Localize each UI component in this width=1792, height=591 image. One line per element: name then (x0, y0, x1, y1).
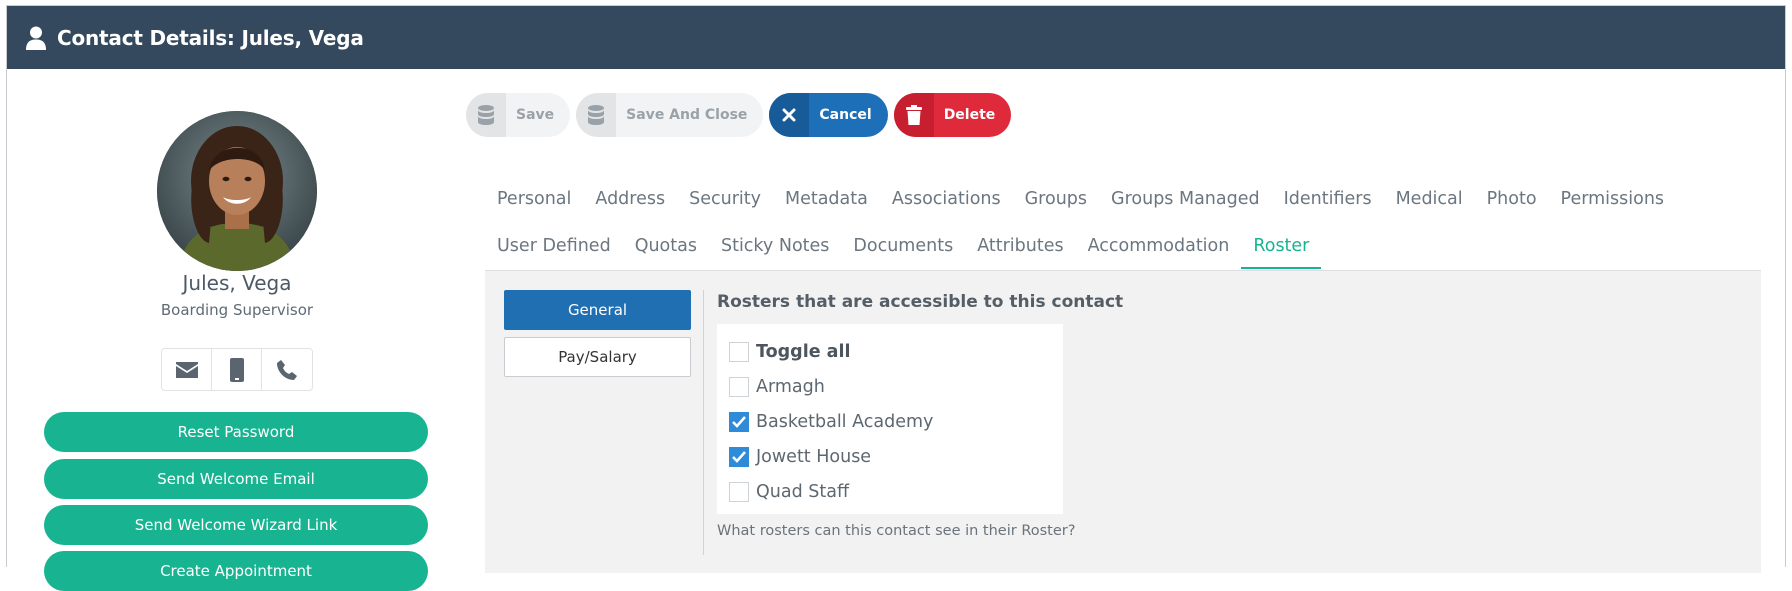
checkbox-checked[interactable] (729, 411, 749, 432)
avatar (157, 111, 317, 271)
tab-accommodation[interactable]: Accommodation (1076, 223, 1242, 269)
profile-panel: Jules, Vega Boarding Supervisor Reset Pa… (7, 69, 467, 591)
mobile-icon (229, 357, 244, 382)
roster-item-basketball-academy[interactable]: Basketball Academy (729, 404, 1063, 439)
checkmark-icon (732, 450, 746, 463)
tab-row-2: User Defined Quotas Sticky Notes Documen… (485, 223, 1322, 269)
save-and-close-button[interactable]: Save And Close (576, 93, 764, 137)
database-icon (576, 93, 617, 137)
tab-groups[interactable]: Groups (1013, 176, 1099, 222)
roster-help-text: What rosters can this contact see in the… (717, 523, 1076, 539)
tab-permissions[interactable]: Permissions (1549, 176, 1677, 222)
envelope-icon (175, 361, 198, 378)
send-welcome-wizard-link-button[interactable]: Send Welcome Wizard Link (44, 505, 428, 545)
tab-address[interactable]: Address (583, 176, 677, 222)
reset-password-button[interactable]: Reset Password (44, 412, 428, 452)
title-bar: Contact Details: Jules, Vega (7, 6, 1785, 69)
divider (703, 290, 704, 555)
tab-row-1: Personal Address Security Metadata Assoc… (485, 176, 1676, 222)
create-appointment-button[interactable]: Create Appointment (44, 551, 428, 591)
contact-details-window: Contact Details: Jules, Vega Jules, Vega… (6, 5, 1786, 591)
save-button[interactable]: Save (466, 93, 571, 137)
roster-checklist: Toggle all Armagh Basketball Academy Jow… (717, 324, 1063, 514)
action-toolbar: Save Save And Close Cancel Delete (466, 93, 1012, 137)
checkbox[interactable] (729, 481, 749, 502)
checkbox[interactable] (729, 341, 749, 362)
tab-associations[interactable]: Associations (880, 176, 1013, 222)
roster-item-quad-staff[interactable]: Quad Staff (729, 474, 1063, 509)
email-button[interactable] (162, 349, 212, 390)
side-tab-general[interactable]: General (504, 290, 691, 330)
delete-button[interactable]: Delete (893, 93, 1012, 137)
tab-metadata[interactable]: Metadata (773, 176, 880, 222)
checkbox[interactable] (729, 376, 749, 397)
contact-actions (161, 348, 313, 391)
tab-personal[interactable]: Personal (485, 176, 583, 222)
side-tab-pay-salary[interactable]: Pay/Salary (504, 337, 691, 377)
close-icon (769, 93, 810, 137)
roster-item-armagh[interactable]: Armagh (729, 369, 1063, 404)
trash-icon (893, 93, 934, 137)
contact-name: Jules, Vega (182, 271, 292, 295)
tab-user-defined[interactable]: User Defined (485, 223, 623, 269)
phone-icon (277, 359, 297, 380)
contact-role: Boarding Supervisor (160, 301, 314, 319)
tab-roster[interactable]: Roster (1241, 223, 1322, 269)
roster-panel: General Pay/Salary Rosters that are acce… (485, 271, 1761, 573)
tab-documents[interactable]: Documents (841, 223, 965, 269)
checkbox-checked[interactable] (729, 446, 749, 467)
database-icon (466, 93, 506, 137)
tab-photo[interactable]: Photo (1475, 176, 1549, 222)
tab-medical[interactable]: Medical (1384, 176, 1475, 222)
tab-groups-managed[interactable]: Groups Managed (1099, 176, 1272, 222)
roster-section-title: Rosters that are accessible to this cont… (717, 292, 1124, 312)
tab-identifiers[interactable]: Identifiers (1272, 176, 1384, 222)
checkmark-icon (732, 415, 746, 428)
user-icon (26, 26, 46, 50)
send-welcome-email-button[interactable]: Send Welcome Email (44, 459, 428, 499)
tab-sticky-notes[interactable]: Sticky Notes (709, 223, 841, 269)
tab-quotas[interactable]: Quotas (623, 223, 709, 269)
cancel-button[interactable]: Cancel (769, 93, 888, 137)
contact-tabs: Personal Address Security Metadata Assoc… (485, 176, 1761, 271)
phone-button[interactable] (262, 349, 312, 390)
roster-item-jowett-house[interactable]: Jowett House (729, 439, 1063, 474)
toggle-all-checkbox[interactable]: Toggle all (729, 334, 1063, 369)
window-title: Contact Details: Jules, Vega (57, 25, 364, 50)
tab-attributes[interactable]: Attributes (965, 223, 1075, 269)
tab-security[interactable]: Security (677, 176, 773, 222)
mobile-button[interactable] (212, 349, 262, 390)
